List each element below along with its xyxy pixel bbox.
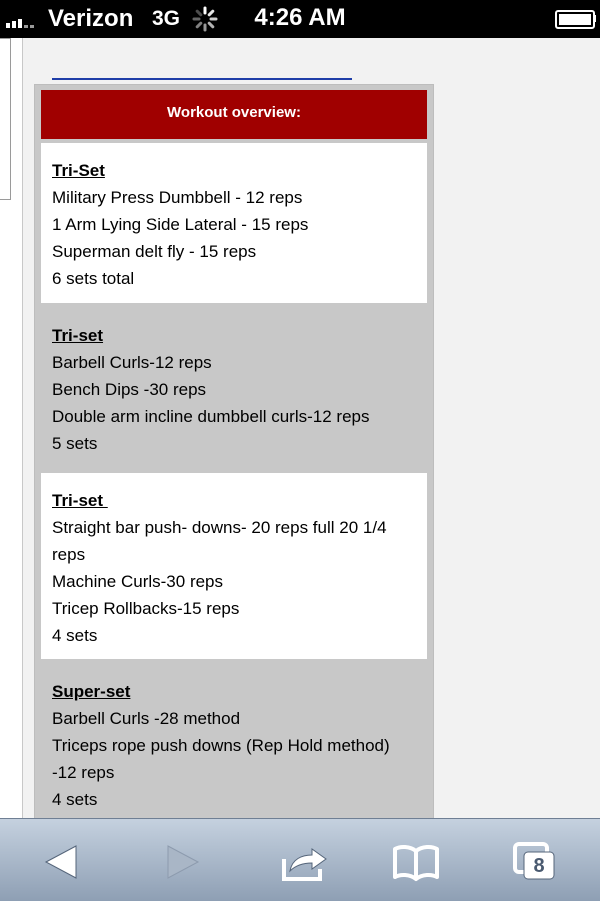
truncated-link[interactable]: [52, 72, 352, 80]
block-title: Tri-set: [52, 491, 108, 510]
workout-panel: Workout overview: Tri-Set Military Press…: [34, 84, 434, 832]
browser-toolbar: 8: [0, 818, 600, 901]
exercise-line: Double arm incline dumbbell curls-12 rep…: [52, 407, 370, 426]
workout-header: Workout overview:: [41, 90, 427, 139]
workout-block-3: Tri-set Straight bar push- downs- 20 rep…: [41, 473, 427, 659]
block-title: Super-set: [52, 682, 131, 701]
status-bar: Verizon 3G 4:26 AM: [0, 0, 600, 38]
exercise-line: reps: [52, 545, 86, 564]
battery-icon: [555, 10, 595, 29]
bookmarks-icon[interactable]: [392, 841, 440, 883]
exercise-line: Barbell Curls -28 method: [52, 709, 241, 728]
block-title: Tri-set: [52, 326, 104, 345]
web-page[interactable]: Workout overview: Tri-Set Military Press…: [0, 38, 600, 832]
workout-block-2: Tri-set Barbell Curls-12 reps Bench Dips…: [41, 308, 427, 473]
sets-line: 6 sets total: [52, 269, 135, 288]
status-time: 4:26 AM: [254, 4, 346, 31]
left-page-edge: [0, 38, 23, 818]
exercise-line: 1 Arm Lying Side Lateral - 15 reps: [52, 215, 309, 234]
share-icon[interactable]: [280, 841, 328, 883]
exercise-line: Barbell Curls-12 reps: [52, 353, 212, 372]
back-arrow-icon[interactable]: [38, 841, 86, 883]
battery-tip: [593, 15, 596, 22]
left-frame-box: [0, 38, 11, 200]
sets-line: 4 sets: [52, 790, 98, 809]
exercise-line: Military Press Dumbbell - 12 reps: [52, 188, 303, 207]
exercise-line: Triceps rope push downs (Rep Hold method…: [52, 736, 390, 755]
exercise-line: Bench Dips -30 reps: [52, 380, 207, 399]
workout-block-4: Super-set Barbell Curls -28 method Trice…: [41, 664, 427, 824]
forward-arrow-icon[interactable]: [158, 841, 206, 883]
sets-line: 4 sets: [52, 626, 98, 645]
exercise-line: Superman delt fly - 15 reps: [52, 242, 257, 261]
exercise-line: -12 reps: [52, 763, 115, 782]
tabs-button[interactable]: 8: [512, 841, 560, 883]
exercise-line: Machine Curls-30 reps: [52, 572, 224, 591]
workout-block-1: Tri-Set Military Press Dumbbell - 12 rep…: [41, 143, 427, 303]
sets-line: 5 sets: [52, 434, 98, 453]
exercise-line: Tricep Rollbacks-15 reps: [52, 599, 240, 618]
tabs-count: 8: [533, 855, 545, 877]
exercise-line: Straight bar push- downs- 20 reps full 2…: [52, 518, 387, 537]
block-title: Tri-Set: [52, 161, 105, 180]
